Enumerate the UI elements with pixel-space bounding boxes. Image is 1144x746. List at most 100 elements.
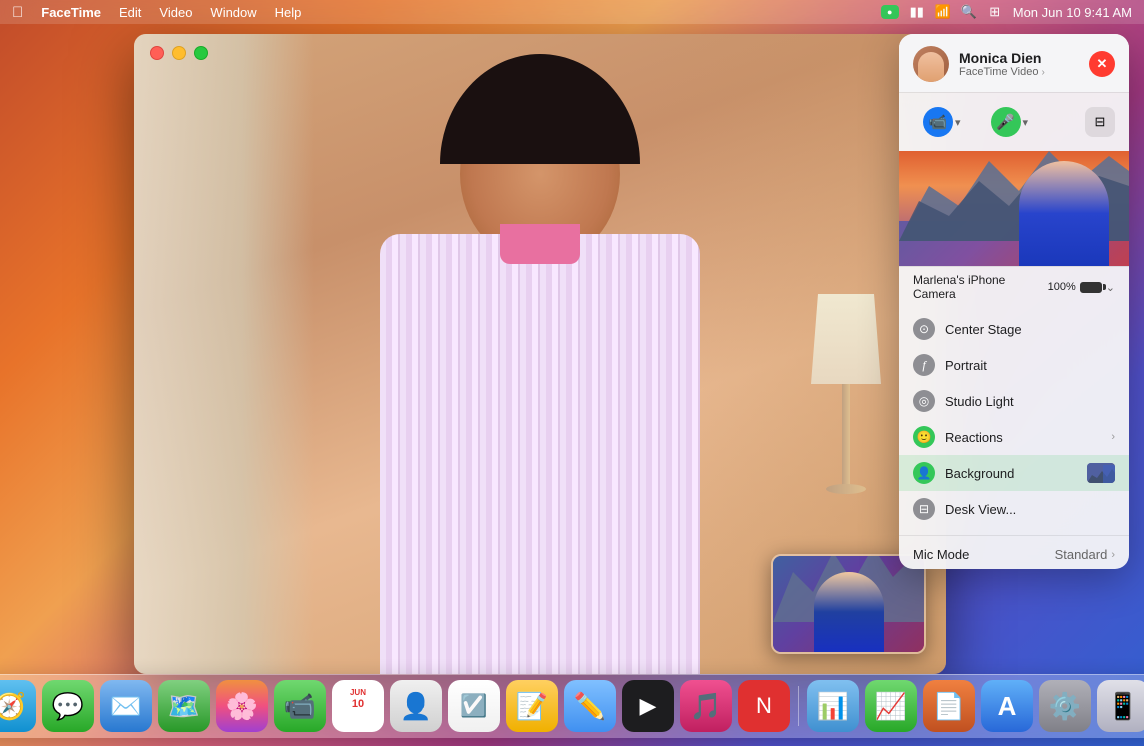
preview-person-shape <box>1019 161 1109 266</box>
dock-pages[interactable]: 📄 <box>923 680 975 732</box>
dock-settings[interactable]: ⚙️ <box>1039 680 1091 732</box>
close-button[interactable] <box>150 46 164 60</box>
battery-bar <box>1080 282 1102 293</box>
messages-icon: 💬 <box>52 691 84 722</box>
menubar-window[interactable]: Window <box>210 5 256 20</box>
keynote-icon: 📊 <box>817 691 849 722</box>
dock-photos[interactable]: 🌸 <box>216 680 268 732</box>
menu-item-center-stage[interactable]: ⊙ Center Stage <box>899 311 1129 347</box>
dock-maps[interactable]: 🗺️ <box>158 680 210 732</box>
dock-iphone-mirroring[interactable]: 📱 <box>1097 680 1144 732</box>
dock-mail[interactable]: ✉️ <box>100 680 152 732</box>
menu-items: ⊙ Center Stage f Portrait ◎ Studio Light… <box>899 307 1129 531</box>
screen-share-button[interactable]: ⊟ <box>1085 107 1115 137</box>
facetime-icon: 📹 <box>284 691 316 722</box>
dock-facetime[interactable]: 📹 <box>274 680 326 732</box>
menu-item-desk-view[interactable]: ⊟ Desk View... <box>899 491 1129 527</box>
iphone-icon: 📱 <box>1107 691 1139 722</box>
center-stage-icon: ⊙ <box>913 318 935 340</box>
avatar-person-shape <box>918 52 944 82</box>
dock-appletv[interactable]: ▶ <box>622 680 674 732</box>
room-lamp <box>806 294 886 494</box>
mail-icon: ✉️ <box>110 691 142 722</box>
mic-icon: 🎤 <box>991 107 1021 137</box>
studio-light-label: Studio Light <box>945 394 1115 409</box>
background-thumb-preview <box>1087 463 1115 483</box>
subtitle-chevron: › <box>1041 67 1044 78</box>
battery-icon: ▮▮ <box>909 4 925 20</box>
battery-indicator: 100% ⌄ <box>1048 281 1115 294</box>
background-thumbnail <box>1087 463 1115 483</box>
menu-item-background[interactable]: 👤 Background <box>899 455 1129 491</box>
settings-icon: ⚙️ <box>1049 691 1081 722</box>
menu-item-reactions[interactable]: 🙂 Reactions › <box>899 419 1129 455</box>
lamp-base <box>842 384 850 494</box>
camera-name: Marlena's iPhone Camera <box>913 273 1048 301</box>
menubar-app-name[interactable]: FaceTime <box>41 5 101 20</box>
facetime-window <box>134 34 946 674</box>
record-icon: ● <box>881 5 899 19</box>
dock-appstore[interactable]: A <box>981 680 1033 732</box>
video-control[interactable]: 📹 ▾ <box>913 101 971 143</box>
dock-keynote[interactable]: 📊 <box>807 680 859 732</box>
menubar-time: Mon Jun 10 9:41 AM <box>1013 5 1132 20</box>
dock-separator <box>798 686 799 726</box>
contact-name: Monica Dien <box>959 50 1079 66</box>
lamp-foot <box>826 484 866 494</box>
mic-control[interactable]: 🎤 ▾ <box>981 101 1039 143</box>
control-center-icon[interactable]: ⊞ <box>987 4 1003 20</box>
video-icon: 📹 <box>923 107 953 137</box>
person-collar <box>500 224 580 264</box>
dock-calendar[interactable]: JUN 10 <box>332 680 384 732</box>
self-view-person <box>814 572 884 652</box>
contact-avatar <box>913 46 949 82</box>
portrait-icon: f <box>913 354 935 376</box>
calendar-date: 10 <box>332 698 384 710</box>
news-icon: N <box>756 693 772 719</box>
mic-mode-row[interactable]: Mic Mode Standard › <box>899 540 1129 569</box>
dock-safari[interactable]: 🧭 <box>0 680 36 732</box>
menubar-right: ● ▮▮ 📶 🔍 ⊞ Mon Jun 10 9:41 AM <box>881 4 1132 20</box>
dock-reminders[interactable]: ☑️ <box>448 680 500 732</box>
fullscreen-button[interactable] <box>194 46 208 60</box>
dock-music[interactable]: 🎵 <box>680 680 732 732</box>
mic-mode-chevron: › <box>1111 549 1115 561</box>
menubar-edit[interactable]: Edit <box>119 5 141 20</box>
background-icon: 👤 <box>913 462 935 484</box>
panel-video-preview <box>899 151 1129 266</box>
contact-subtitle: FaceTime Video › <box>959 66 1079 78</box>
menubar-video[interactable]: Video <box>159 5 192 20</box>
studio-light-icon: ◎ <box>913 390 935 412</box>
menubar-left:  FaceTime Edit Video Window Help <box>12 4 881 21</box>
freeform-icon: ✏️ <box>574 691 606 722</box>
camera-label-row: Marlena's iPhone Camera 100% ⌄ <box>899 266 1129 307</box>
person-body <box>380 234 700 674</box>
center-stage-label: Center Stage <box>945 322 1115 337</box>
maps-icon: 🗺️ <box>168 691 200 722</box>
search-icon[interactable]: 🔍 <box>961 4 977 20</box>
minimize-button[interactable] <box>172 46 186 60</box>
control-panel: Monica Dien FaceTime Video › ✕ 📹 ▾ 🎤 ▾ ⊟ <box>899 34 1129 569</box>
numbers-icon: 📈 <box>875 691 907 722</box>
background-label: Background <box>945 466 1077 481</box>
self-view-bg <box>773 556 924 652</box>
close-panel-button[interactable]: ✕ <box>1089 51 1115 77</box>
dock-notes[interactable]: 📝 <box>506 680 558 732</box>
dock-news[interactable]: N <box>738 680 790 732</box>
dock-freeform[interactable]: ✏️ <box>564 680 616 732</box>
desk-view-icon: ⊟ <box>913 498 935 520</box>
apple-menu[interactable]:  <box>12 4 23 21</box>
dock-numbers[interactable]: 📈 <box>865 680 917 732</box>
self-view-thumbnail[interactable] <box>771 554 926 654</box>
dock-contacts[interactable]: 👤 <box>390 680 442 732</box>
person-in-call <box>330 54 750 674</box>
reactions-icon: 🙂 <box>913 426 935 448</box>
camera-expand-chevron[interactable]: ⌄ <box>1106 281 1115 294</box>
contact-info: Monica Dien FaceTime Video › <box>959 50 1079 78</box>
dock-messages[interactable]: 💬 <box>42 680 94 732</box>
menu-item-studio-light[interactable]: ◎ Studio Light <box>899 383 1129 419</box>
menu-divider <box>899 535 1129 536</box>
menu-item-portrait[interactable]: f Portrait <box>899 347 1129 383</box>
music-icon: 🎵 <box>690 691 722 722</box>
menubar-help[interactable]: Help <box>275 5 302 20</box>
